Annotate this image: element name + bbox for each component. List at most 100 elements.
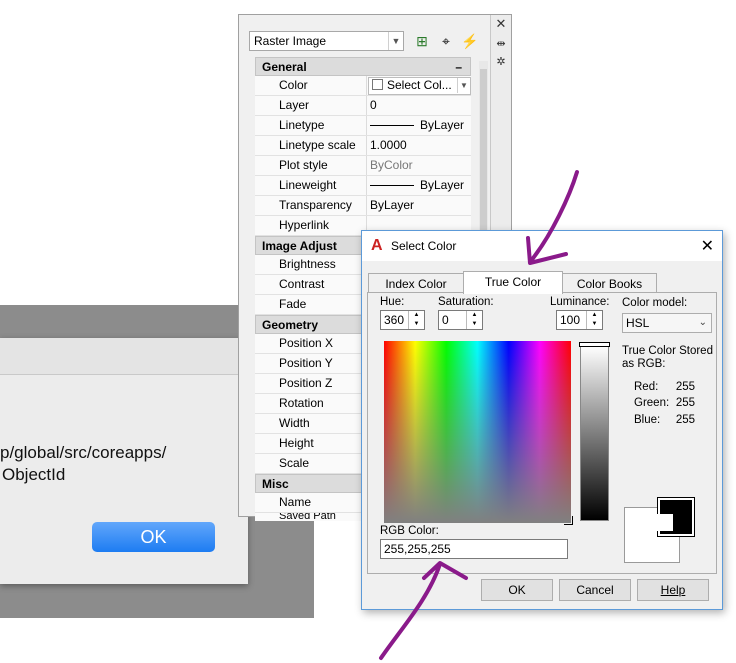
cancel-button[interactable]: Cancel [559,579,631,601]
color-spectrum-picker[interactable] [384,341,573,525]
rgb-color-label: RGB Color: [380,525,439,537]
saturation-label: Saturation: [438,296,494,308]
spin-down-icon[interactable]: ▼ [409,320,424,329]
property-row-transparency[interactable]: Transparency ByLayer [255,196,471,216]
property-row-linetype[interactable]: Linetype ByLayer [255,116,471,136]
spin-down-icon[interactable]: ▼ [587,320,602,329]
hue-spinner[interactable]: 360 ▲ ▼ [380,310,425,330]
property-key: Brightness [255,255,367,274]
spin-up-icon[interactable]: ▲ [409,311,424,320]
tab-true-color[interactable]: True Color [463,271,563,294]
saturation-spinner[interactable]: 0 ▲ ▼ [438,310,483,330]
error-ok-button[interactable]: OK [92,522,215,552]
luminance-gradient[interactable] [580,345,609,521]
rgb-color-input[interactable]: 255,255,255 [380,539,568,559]
spin-up-icon[interactable]: ▲ [587,311,602,320]
section-general[interactable]: General – [255,57,471,76]
collapse-icon[interactable]: – [455,58,462,77]
property-value[interactable]: 0 [367,96,471,115]
property-key: Position Y [255,354,367,373]
chevron-down-icon: ⌄ [698,317,707,328]
property-row-layer[interactable]: Layer 0 [255,96,471,116]
quick-select-icon[interactable]: ⚡ [461,32,479,50]
blue-value: 255 [675,414,695,426]
property-value[interactable]: Select Col... ▼ [367,76,471,95]
error-dialog: p/global/src/coreapps/ ObjectId OK [0,338,248,584]
luminance-label: Luminance: [550,296,610,308]
autohide-icon[interactable]: ⇹ [495,38,507,50]
dialog-title: Select Color [391,239,457,253]
tab-color-books[interactable]: Color Books [562,273,657,293]
object-type-dropdown[interactable]: Raster Image ▼ [249,31,404,51]
luminance-slider[interactable] [579,342,610,521]
color-select-dropdown[interactable]: Select Col... ▼ [368,77,471,95]
swatch-overlap [648,514,673,531]
section-image-adjust-label: Image Adjust [262,239,337,253]
property-key: Fade [255,295,367,314]
saturation-spinner-buttons[interactable]: ▲ ▼ [466,311,482,329]
section-geometry-label: Geometry [262,318,319,332]
saturation-value: 0 [442,313,449,327]
property-value[interactable]: ByColor [367,156,471,175]
color-swatch-icon [372,79,383,90]
color-select-label: Select Col... [387,78,452,92]
autocad-logo-icon: A [371,237,383,254]
property-row-color[interactable]: Color Select Col... ▼ [255,76,471,96]
property-key: Linetype scale [255,136,367,155]
property-key: Name [255,493,367,512]
spin-up-icon[interactable]: ▲ [467,311,482,320]
stored-as-rgb-line1: True Color Stored [622,345,713,357]
lineweight-preview [370,185,414,187]
property-key: Contrast [255,275,367,294]
true-color-panel: Hue: 360 ▲ ▼ Saturation: 0 ▲ ▼ Luminance: … [367,292,717,574]
rgb-color-value: 255,255,255 [384,542,451,556]
close-icon[interactable]: ✕ [701,236,714,256]
ok-button[interactable]: OK [481,579,553,601]
luminance-value: 100 [560,313,581,327]
spin-down-icon[interactable]: ▼ [467,320,482,329]
chevron-down-icon: ▼ [388,32,403,50]
tab-index-color[interactable]: Index Color [368,273,464,293]
property-key: Linetype [255,116,367,135]
hue-value: 360 [384,313,405,327]
property-key: Layer [255,96,367,115]
property-value[interactable]: ByLayer [367,116,471,135]
crosshair-marker[interactable] [564,516,573,525]
red-value: 255 [675,381,695,393]
property-value[interactable]: 1.0000 [367,136,471,155]
stored-as-rgb-label: True Color Stored as RGB: [622,345,713,371]
color-model-value: HSL [626,316,650,330]
chevron-down-icon: ▼ [457,78,470,93]
error-dialog-titlebar [0,338,248,375]
luminance-slider-handle[interactable] [579,342,610,347]
luminance-spinner[interactable]: 100 ▲ ▼ [556,310,603,330]
property-value[interactable]: ByLayer [367,196,471,215]
property-row-lineweight[interactable]: Lineweight ByLayer [255,176,471,196]
property-value[interactable]: ByLayer [367,176,471,195]
property-key: Lineweight [255,176,367,195]
green-label: Green: [634,397,670,409]
error-message: p/global/src/coreapps/ ObjectId [0,442,166,486]
select-color-dialog: A Select Color ✕ Index Color True Color … [361,230,723,610]
color-model-dropdown[interactable]: HSL ⌄ [622,313,712,333]
property-key: Transparency [255,196,367,215]
error-message-line1: p/global/src/coreapps/ [0,443,167,462]
property-row-linetype-scale[interactable]: Linetype scale 1.0000 [255,136,471,156]
property-key: Plot style [255,156,367,175]
object-type-value: Raster Image [254,34,327,48]
stored-as-rgb-line2: as RGB: [622,358,666,370]
green-value: 255 [675,397,695,409]
property-key: Scale [255,454,367,473]
property-key: Position X [255,334,367,353]
select-objects-icon[interactable]: ⌖ [437,32,455,50]
palette-settings-icon[interactable]: ✲ [495,56,507,68]
linetype-preview [370,125,414,127]
close-icon[interactable]: ✕ [495,17,507,30]
property-value-text: ByLayer [420,178,465,192]
property-row-plot-style[interactable]: Plot style ByColor [255,156,471,176]
toggle-pickadd-icon[interactable]: ⊞ [413,32,431,50]
luminance-spinner-buttons[interactable]: ▲ ▼ [586,311,602,329]
dialog-titlebar: A Select Color ✕ [362,231,722,261]
hue-spinner-buttons[interactable]: ▲ ▼ [408,311,424,329]
help-button[interactable]: Help [637,579,709,601]
